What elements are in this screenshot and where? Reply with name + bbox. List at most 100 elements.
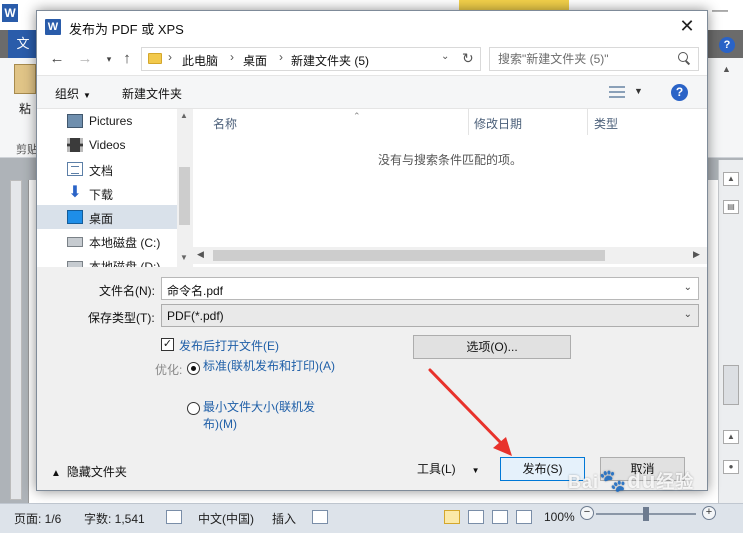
filename-value[interactable]: 命令名.pdf bbox=[167, 282, 223, 299]
disk-icon bbox=[67, 237, 83, 247]
options-button[interactable]: 选项(O)... bbox=[413, 335, 571, 359]
organize-menu[interactable]: 组织 ▼ bbox=[55, 85, 91, 102]
ribbon-collapse-icon[interactable]: ▲ bbox=[722, 64, 731, 74]
nav-item-videos[interactable]: Videos bbox=[37, 133, 177, 157]
scroll-left-icon[interactable]: ◀ bbox=[197, 249, 204, 260]
scrollbar-thumb[interactable] bbox=[213, 250, 605, 261]
web-layout-icon[interactable] bbox=[492, 510, 508, 524]
caret-down-icon[interactable]: ▼ bbox=[634, 86, 643, 96]
nav-item-disk-d[interactable]: 本地磁盘 (D:) bbox=[37, 253, 177, 267]
column-header-date[interactable]: 修改日期 bbox=[474, 115, 522, 132]
breadcrumb-separator-icon[interactable]: › bbox=[279, 50, 283, 64]
proofing-icon[interactable] bbox=[166, 510, 182, 524]
column-divider[interactable] bbox=[468, 109, 469, 135]
scroll-right-icon[interactable]: ▶ bbox=[693, 249, 700, 260]
filetype-label: 保存类型(T): bbox=[88, 311, 155, 325]
disk-icon bbox=[67, 261, 83, 267]
refresh-icon[interactable]: ↻ bbox=[462, 50, 474, 67]
page-count[interactable]: 页面: 1/6 bbox=[14, 510, 61, 527]
outline-view-icon[interactable] bbox=[516, 510, 532, 524]
column-divider[interactable] bbox=[587, 109, 588, 135]
breadcrumb-separator-icon[interactable]: › bbox=[168, 50, 172, 64]
recent-locations-icon[interactable]: ▾ bbox=[99, 49, 119, 69]
zoom-slider-thumb[interactable] bbox=[643, 507, 649, 521]
zoom-level[interactable]: 100% bbox=[544, 510, 575, 524]
hide-folders-toggle[interactable]: ▲ 隐藏文件夹 bbox=[51, 463, 127, 480]
search-input[interactable] bbox=[490, 48, 674, 70]
view-options-icon[interactable] bbox=[609, 86, 625, 98]
filename-field[interactable]: 命令名.pdf ⌄ bbox=[161, 277, 699, 300]
column-header-name[interactable]: ⌃ 名称 bbox=[213, 111, 361, 132]
nav-item-label: 本地磁盘 (D:) bbox=[89, 260, 161, 267]
scroll-down-icon[interactable]: ▼ bbox=[180, 253, 188, 262]
paste-label: 粘 bbox=[19, 102, 32, 116]
search-box[interactable] bbox=[489, 47, 699, 71]
desktop-icon bbox=[67, 210, 83, 224]
breadcrumb-desktop[interactable]: 桌面 bbox=[243, 52, 267, 69]
sort-caret-icon: ⌃ bbox=[353, 111, 361, 121]
full-screen-reading-icon[interactable] bbox=[468, 510, 484, 524]
caret-down-icon: ▼ bbox=[471, 466, 480, 475]
breadcrumb-separator-icon[interactable]: › bbox=[230, 50, 234, 64]
address-bar[interactable]: › 此电脑 › 桌面 › 新建文件夹 (5) ⌄ ↻ bbox=[141, 47, 481, 71]
tools-menu[interactable]: 工具(L) ▼ bbox=[417, 460, 480, 477]
nav-item-documents[interactable]: 文档 bbox=[37, 157, 177, 181]
nav-item-desktop[interactable]: 桌面 bbox=[37, 205, 177, 229]
videos-icon bbox=[67, 138, 83, 152]
forward-arrow-icon[interactable]: → bbox=[75, 49, 95, 69]
nav-item-pictures[interactable]: Pictures bbox=[37, 109, 177, 133]
breadcrumb-this-pc[interactable]: 此电脑 bbox=[182, 52, 218, 69]
word-app-icon: W bbox=[2, 4, 18, 22]
scrollbar-thumb[interactable] bbox=[723, 365, 739, 405]
optimize-standard-label[interactable]: 标准(联机发布和打印)(A) bbox=[203, 358, 343, 375]
scrollbar-thumb[interactable] bbox=[179, 167, 190, 225]
navigation-pane: Pictures Videos 文档 ⬇ 下载 桌面 本地磁盘 (C:) 本地磁… bbox=[37, 109, 177, 267]
nav-item-downloads[interactable]: ⬇ 下载 bbox=[37, 181, 177, 205]
insert-mode[interactable]: 插入 bbox=[272, 510, 296, 527]
help-icon[interactable]: ? bbox=[671, 84, 688, 101]
scroll-up-icon[interactable]: ▲ bbox=[180, 111, 188, 120]
optimize-standard-radio[interactable] bbox=[187, 362, 200, 375]
optimize-minimum-radio[interactable] bbox=[187, 402, 200, 415]
up-arrow-icon[interactable]: ↑ bbox=[117, 49, 137, 69]
word-count[interactable]: 字数: 1,541 bbox=[84, 510, 145, 527]
prev-page-icon[interactable]: ▲ bbox=[723, 430, 739, 444]
macro-icon[interactable] bbox=[312, 510, 328, 524]
document-scrollbar[interactable]: ▲ ▤ ▲ ● bbox=[718, 160, 743, 505]
scroll-up-icon[interactable]: ▲ bbox=[723, 172, 739, 186]
column-header-label: 名称 bbox=[213, 117, 238, 131]
new-folder-button[interactable]: 新建文件夹 bbox=[122, 85, 182, 102]
paste-icon[interactable] bbox=[14, 64, 36, 94]
breadcrumb-new-folder[interactable]: 新建文件夹 (5) bbox=[291, 52, 369, 69]
chevron-down-icon[interactable]: ⌄ bbox=[684, 282, 692, 293]
file-list-scrollbar[interactable]: ◀ ▶ bbox=[193, 247, 707, 264]
file-tab[interactable]: 文 bbox=[8, 30, 38, 58]
back-arrow-icon[interactable]: ← bbox=[47, 49, 67, 69]
print-layout-icon[interactable] bbox=[444, 510, 460, 524]
zoom-in-icon[interactable]: + bbox=[702, 506, 716, 520]
optimize-minimum-label[interactable]: 最小文件大小(联机发布)(M) bbox=[203, 399, 327, 433]
clipboard-group-label: 剪贴 bbox=[16, 144, 38, 156]
tools-label: 工具(L) bbox=[417, 462, 456, 476]
language-indicator[interactable]: 中文(中国) bbox=[198, 510, 254, 527]
zoom-out-icon[interactable]: − bbox=[580, 506, 594, 520]
nav-item-label: Pictures bbox=[89, 114, 133, 128]
open-after-publish-checkbox[interactable]: ✓ bbox=[161, 338, 174, 351]
watermark-suffix: 经验 bbox=[656, 472, 695, 492]
chevron-down-icon[interactable]: ⌄ bbox=[441, 51, 449, 62]
open-after-publish-label[interactable]: 发布后打开文件(E) bbox=[179, 337, 279, 354]
search-icon[interactable] bbox=[678, 52, 690, 64]
chevron-down-icon[interactable]: ⌄ bbox=[684, 309, 692, 320]
nav-item-disk-c[interactable]: 本地磁盘 (C:) bbox=[37, 229, 177, 253]
column-header-type[interactable]: 类型 bbox=[594, 115, 618, 132]
caret-down-icon: ▼ bbox=[83, 91, 91, 100]
nav-pane-scrollbar[interactable]: ▲ ▼ bbox=[177, 109, 192, 267]
dialog-titlebar: W 发布为 PDF 或 XPS ✕ bbox=[37, 11, 707, 43]
browse-object-icon[interactable]: ● bbox=[723, 460, 739, 474]
watermark-text: Bai bbox=[568, 472, 600, 492]
filetype-select[interactable]: PDF(*.pdf) ⌄ bbox=[161, 304, 699, 327]
ruler-toggle-icon[interactable]: ▤ bbox=[723, 200, 739, 214]
help-icon[interactable]: ? bbox=[719, 37, 735, 53]
close-icon[interactable]: ✕ bbox=[667, 15, 707, 39]
file-list[interactable]: ⌃ 名称 修改日期 类型 没有与搜索条件匹配的项。 bbox=[193, 109, 707, 267]
